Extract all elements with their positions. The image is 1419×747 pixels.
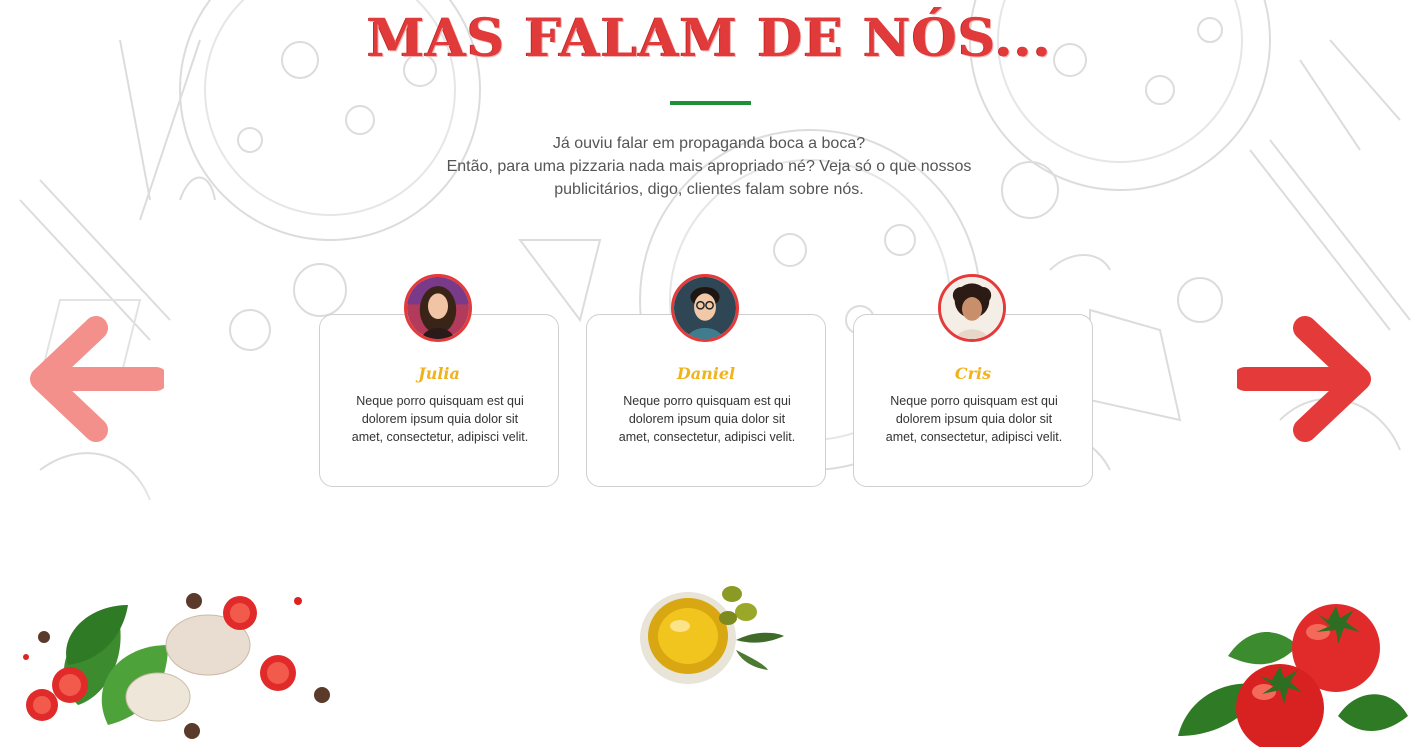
- carousel-prev-button[interactable]: [28, 316, 168, 442]
- testimonial-text: Neque porro quisquam est qui dolorem ips…: [351, 394, 529, 444]
- testimonial-name: Julia: [418, 364, 460, 383]
- intro-line: Já ouviu falar em propaganda boca a boca…: [552, 135, 866, 152]
- carousel-next-button[interactable]: [1233, 316, 1373, 442]
- olive-oil-bowl-image: [636, 578, 786, 690]
- section-intro: Já ouviu falar em propaganda boca a boca…: [409, 132, 1009, 201]
- avatar: [938, 274, 1006, 342]
- testimonial-text: Neque porro quisquam est qui dolorem ips…: [618, 394, 796, 444]
- testimonial-text: Neque porro quisquam est qui dolorem ips…: [885, 394, 1063, 444]
- testimonial-name: Cris: [954, 364, 992, 383]
- intro-line: Então, para uma pizzaria nada mais aprop…: [446, 158, 972, 175]
- avatar: [671, 274, 739, 342]
- title-underline: [670, 101, 751, 105]
- basil-garlic-tomato-image: [8, 585, 348, 747]
- testimonial-name: Daniel: [676, 364, 736, 383]
- arrow-right-icon: [1233, 316, 1371, 442]
- section-title: MAS FALAM DE NÓS...: [366, 8, 1053, 69]
- arrow-left-icon: [30, 316, 168, 442]
- tomato-basil-image: [1168, 596, 1419, 747]
- avatar: [404, 274, 472, 342]
- intro-line: publicitários, digo, clientes falam sobr…: [554, 181, 864, 198]
